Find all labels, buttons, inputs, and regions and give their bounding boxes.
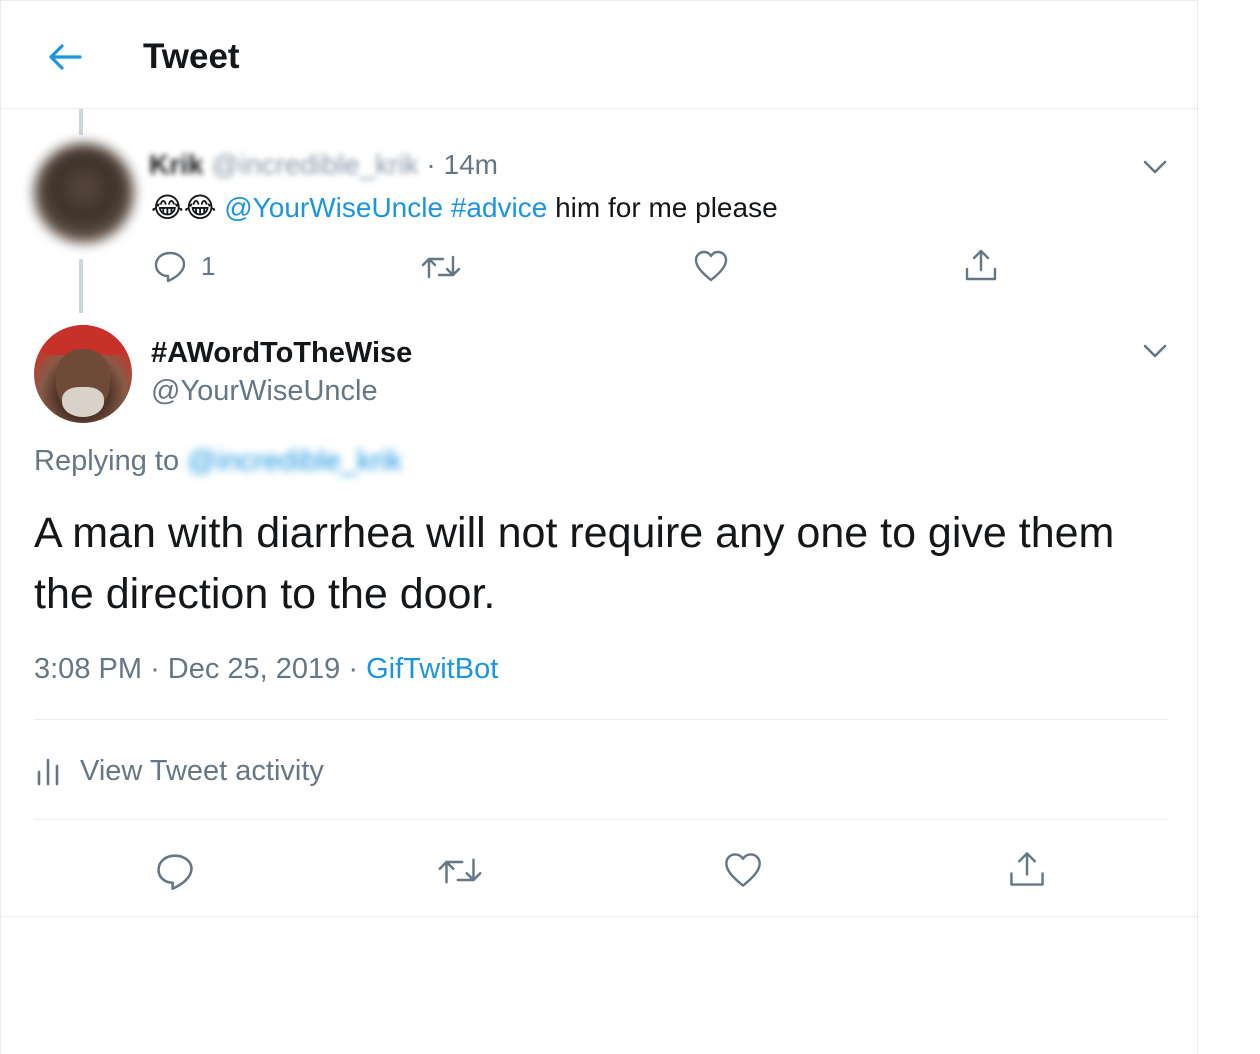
parent-avatar[interactable] [34,143,134,243]
divider [34,719,1169,720]
timestamp-separator: · [150,653,160,685]
author-avatar[interactable] [34,325,132,423]
reply-count: 1 [201,250,216,281]
retweet-icon [437,853,483,889]
back-button[interactable] [41,35,89,79]
mention-link[interactable]: @YourWiseUncle [224,192,443,223]
divider [34,819,1169,820]
activity-label: View Tweet activity [80,754,324,787]
heart-icon [693,249,729,283]
speech-bubble-icon [155,851,195,891]
view-tweet-activity[interactable]: View Tweet activity [34,751,324,791]
author-handle[interactable]: @YourWiseUncle [151,375,378,408]
share-upload-icon [963,247,999,283]
tweet-time[interactable]: 3:08 PM [34,653,142,685]
parent-more-button[interactable] [1135,147,1175,187]
retweet-icon [421,251,461,283]
author-display-name[interactable]: #AWordToTheWise [151,337,412,370]
source-separator: · [348,653,359,685]
hashtag-link[interactable]: #advice [451,192,548,223]
heart-icon [723,851,763,889]
avatar-beard [62,387,104,417]
share-upload-icon [1007,849,1047,889]
like-button[interactable] [723,851,763,889]
page-header: Tweet [1,1,1199,109]
laughing-emoji: 😂😂 [151,192,217,223]
reply-button[interactable] [155,851,195,891]
arrow-left-icon [48,43,82,71]
main-more-button[interactable] [1135,331,1175,371]
parent-share-button[interactable] [963,247,999,283]
section-bottom-border [1,916,1199,917]
speech-bubble-icon [153,249,187,283]
chevron-down-icon [1142,343,1168,359]
tweet-timestamp: 3:08 PM · Dec 25, 2019 · GifTwitBot [34,653,498,686]
tweet-text: A man with diarrhea will not require any… [34,509,1115,618]
parent-display-name[interactable]: Krik [149,149,203,180]
retweet-button[interactable] [437,853,483,889]
parent-reply-button[interactable]: 1 [153,249,215,283]
tweet-date[interactable]: Dec 25, 2019 [168,653,341,685]
parent-like-button[interactable] [693,249,729,283]
bar-chart-icon [34,756,62,786]
replying-handle-link[interactable]: @incredible_krik [187,445,402,477]
parent-handle[interactable]: @incredible_krik [211,149,418,180]
replying-label: Replying to [34,445,180,477]
chevron-down-icon [1142,159,1168,175]
parent-tweet-text: 😂😂 @YourWiseUncle #advice him for me ple… [151,191,778,224]
parent-tweet-meta: Krik @incredible_krik · 14m [149,149,498,181]
parent-time[interactable]: 14m [444,149,498,180]
thread-line-top [79,109,83,135]
thread-line-connector [79,259,83,313]
replying-to: Replying to @incredible_krik [34,445,402,478]
parent-retweet-button[interactable] [421,251,461,283]
meta-separator: · [426,149,436,180]
parent-text-body: him for me please [555,192,778,223]
tweet-page: Tweet Krik @incredible_krik · 14m 😂😂 @Yo… [0,0,1199,1054]
page-title: Tweet [143,37,240,76]
tweet-source-link[interactable]: GifTwitBot [366,653,498,685]
share-button[interactable] [1007,849,1047,889]
